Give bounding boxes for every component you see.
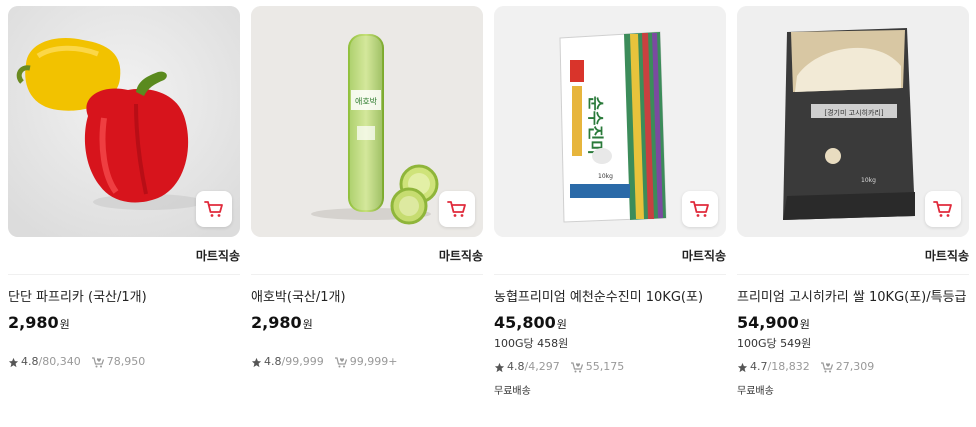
product-name[interactable]: 애호박(국산/1개)	[251, 288, 483, 307]
price-value: 45,800	[494, 313, 556, 332]
cart-icon	[690, 201, 709, 217]
star-icon	[8, 357, 19, 367]
product-card[interactable]: 애호박 마트직송 애호박(국산/1개) 2,980원 4.8/99,999 99…	[251, 6, 483, 369]
cart-icon	[933, 201, 952, 217]
cart-icon	[447, 201, 466, 217]
free-shipping-badge: 무료배송	[494, 386, 531, 397]
product-image[interactable]: 순수진미 10kg	[494, 6, 726, 237]
delivery-tag: 마트직송	[8, 237, 240, 275]
product-grid: 마트직송 단단 파프리카 (국산/1개) 2,980원 4.8/80,340 7…	[0, 0, 976, 427]
price-value: 2,980	[8, 313, 59, 332]
product-stats: 4.8/99,999 99,999+	[251, 355, 483, 369]
product-card[interactable]: [경기미 고시히카리] 10kg 마트직송 프리미엄 고시히카리 쌀 10KG(…	[737, 6, 969, 397]
star-icon	[251, 357, 262, 367]
rating-value: 4.8	[264, 355, 282, 368]
like-count: 78,950	[106, 355, 146, 368]
product-price: 54,900원	[737, 312, 969, 336]
rating-value: 4.8	[507, 360, 525, 373]
star-icon	[737, 362, 748, 372]
heart-cart-icon	[334, 357, 347, 368]
product-name[interactable]: 프리미엄 고시히카리 쌀 10KG(포)/특등급	[737, 288, 969, 307]
product-card[interactable]: 순수진미 10kg 마트직송 농협프리미엄 예천순수진미 10KG(포) 45,…	[494, 6, 726, 397]
add-to-cart-button[interactable]	[682, 191, 718, 227]
unit-price: 100G당 549원	[737, 337, 812, 350]
heart-cart-icon	[91, 357, 104, 368]
delivery-tag: 마트직송	[494, 237, 726, 275]
heart-cart-icon	[570, 362, 583, 373]
review-count: /99,999	[281, 355, 324, 368]
product-price: 2,980원	[8, 312, 240, 336]
price-value: 2,980	[251, 313, 302, 332]
product-image[interactable]: 애호박	[251, 6, 483, 237]
package-weight: 10kg	[598, 173, 613, 180]
product-card[interactable]: 마트직송 단단 파프리카 (국산/1개) 2,980원 4.8/80,340 7…	[8, 6, 240, 369]
like-stat: 99,999+	[334, 355, 398, 369]
currency: 원	[799, 318, 810, 331]
review-count: /80,340	[38, 355, 81, 368]
review-count: /18,832	[767, 360, 810, 373]
add-to-cart-button[interactable]	[925, 191, 961, 227]
package-label: 순수진미	[586, 96, 605, 155]
cart-icon	[204, 201, 223, 217]
like-count: 99,999+	[349, 355, 398, 368]
rating-value: 4.8	[21, 355, 39, 368]
product-image[interactable]: [경기미 고시히카리] 10kg	[737, 6, 969, 237]
product-price: 2,980원	[251, 312, 483, 336]
delivery-tag: 마트직송	[737, 237, 969, 275]
package-label: [경기미 고시히카리]	[824, 108, 883, 117]
free-shipping-badge: 무료배송	[737, 386, 774, 397]
heart-cart-icon	[820, 362, 833, 373]
package-weight: 10kg	[861, 177, 876, 184]
currency: 원	[556, 318, 567, 331]
like-count: 55,175	[585, 360, 625, 373]
product-stats: 4.8/4,297 55,175	[494, 360, 726, 374]
review-count: /4,297	[524, 360, 560, 373]
package-label: 애호박	[355, 96, 378, 106]
delivery-tag: 마트직송	[251, 237, 483, 275]
like-stat: 27,309	[820, 360, 875, 374]
add-to-cart-button[interactable]	[439, 191, 475, 227]
product-name[interactable]: 단단 파프리카 (국산/1개)	[8, 288, 240, 307]
star-icon	[494, 362, 505, 372]
currency: 원	[302, 318, 313, 331]
currency: 원	[59, 318, 70, 331]
product-image[interactable]	[8, 6, 240, 237]
rating-value: 4.7	[750, 360, 768, 373]
product-stats: 4.8/80,340 78,950	[8, 355, 240, 369]
like-count: 27,309	[835, 360, 875, 373]
product-stats: 4.7/18,832 27,309	[737, 360, 969, 374]
add-to-cart-button[interactable]	[196, 191, 232, 227]
product-name[interactable]: 농협프리미엄 예천순수진미 10KG(포)	[494, 288, 726, 307]
like-stat: 78,950	[91, 355, 146, 369]
product-price: 45,800원	[494, 312, 726, 336]
unit-price: 100G당 458원	[494, 337, 569, 350]
price-value: 54,900	[737, 313, 799, 332]
like-stat: 55,175	[570, 360, 625, 374]
